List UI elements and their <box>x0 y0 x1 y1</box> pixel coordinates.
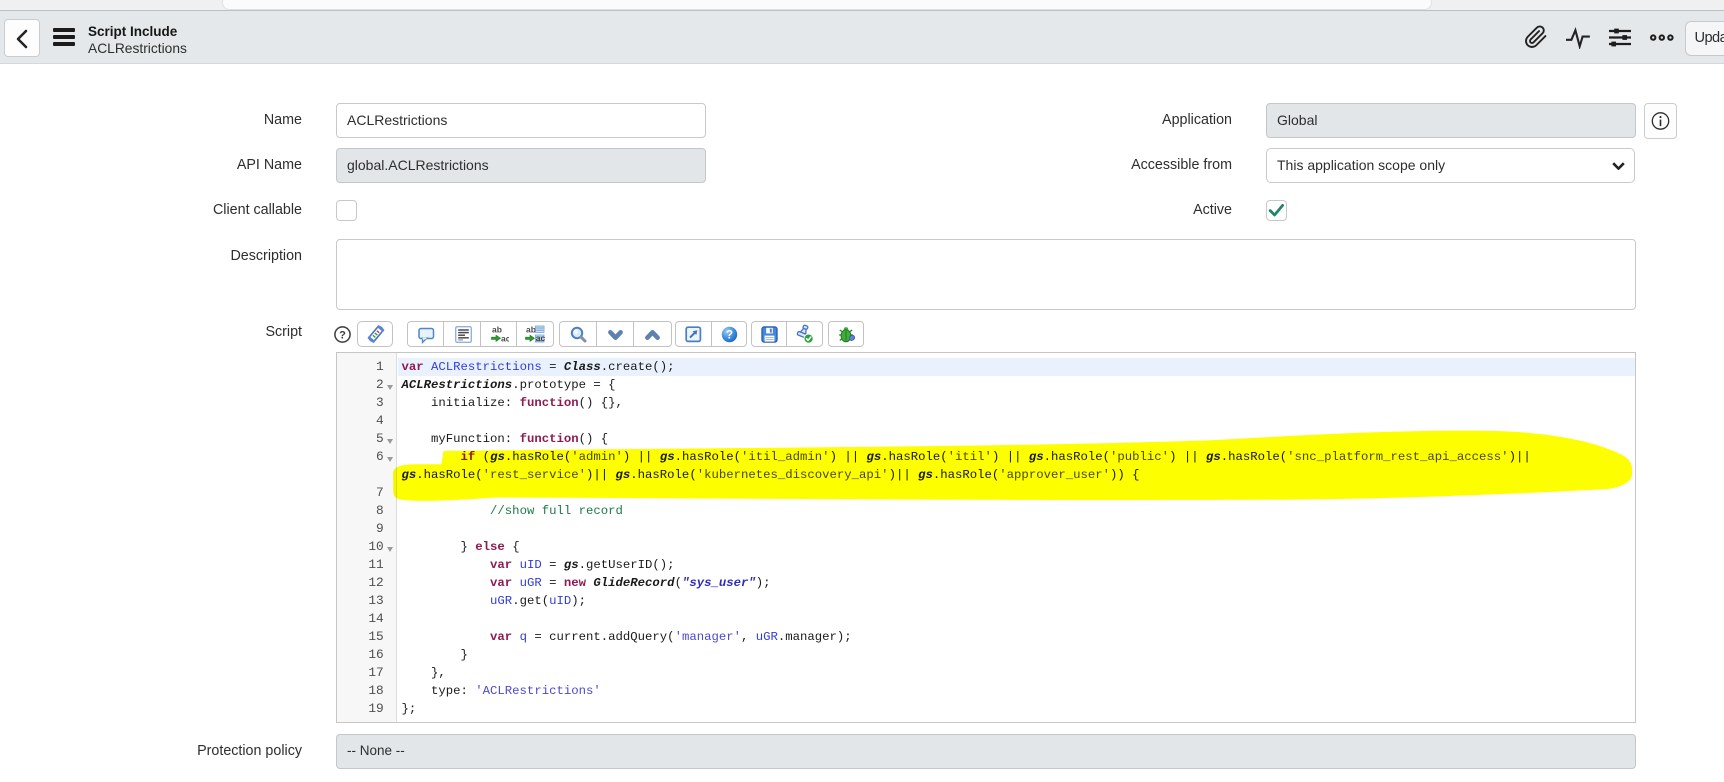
svg-text:ab: ab <box>526 325 536 335</box>
svg-text:ac: ac <box>501 333 509 343</box>
svg-text:?: ? <box>339 329 346 341</box>
svg-text:ac: ac <box>536 333 545 343</box>
svg-text:?: ? <box>726 329 733 341</box>
